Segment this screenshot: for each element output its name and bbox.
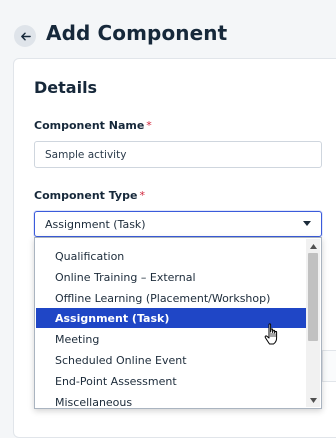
back-button[interactable] (14, 25, 36, 47)
page-header: Add Component (0, 0, 336, 62)
section-title: Details (34, 78, 98, 97)
caret-down-icon (309, 397, 317, 403)
arrow-left-icon (20, 32, 31, 40)
caret-down-icon (303, 221, 311, 226)
component-name-label: Component Name * (34, 119, 152, 132)
obscured-field (322, 350, 336, 382)
option-online-training-external[interactable]: Online Training – External (36, 267, 306, 287)
component-type-selected: Assignment (Task) (45, 217, 146, 231)
component-name-value: Sample activity (45, 148, 127, 161)
scroll-down-button[interactable] (306, 393, 320, 407)
page-title: Add Component (46, 21, 228, 45)
component-type-select[interactable]: Assignment (Task) (34, 211, 322, 237)
option-meeting[interactable]: Meeting (36, 329, 306, 349)
caret-up-icon (309, 243, 317, 249)
component-type-label: Component Type * (34, 189, 145, 202)
required-mark: * (139, 189, 145, 202)
option-qualification[interactable]: Qualification (36, 246, 306, 266)
option-assignment-task[interactable]: Assignment (Task) (36, 308, 306, 328)
component-name-input[interactable]: Sample activity (34, 141, 322, 168)
option-miscellaneous[interactable]: Miscellaneous (36, 392, 306, 409)
option-scheduled-online-event[interactable]: Scheduled Online Event (36, 350, 306, 370)
component-type-dropdown[interactable]: Qualification Online Training – External… (34, 237, 322, 409)
option-offline-learning[interactable]: Offline Learning (Placement/Workshop) (36, 288, 306, 308)
required-mark: * (146, 119, 152, 132)
scrollbar-thumb[interactable] (308, 253, 318, 341)
dropdown-scrollbar[interactable] (306, 239, 320, 407)
scroll-up-button[interactable] (306, 239, 320, 253)
option-end-point-assessment[interactable]: End-Point Assessment (36, 371, 306, 391)
